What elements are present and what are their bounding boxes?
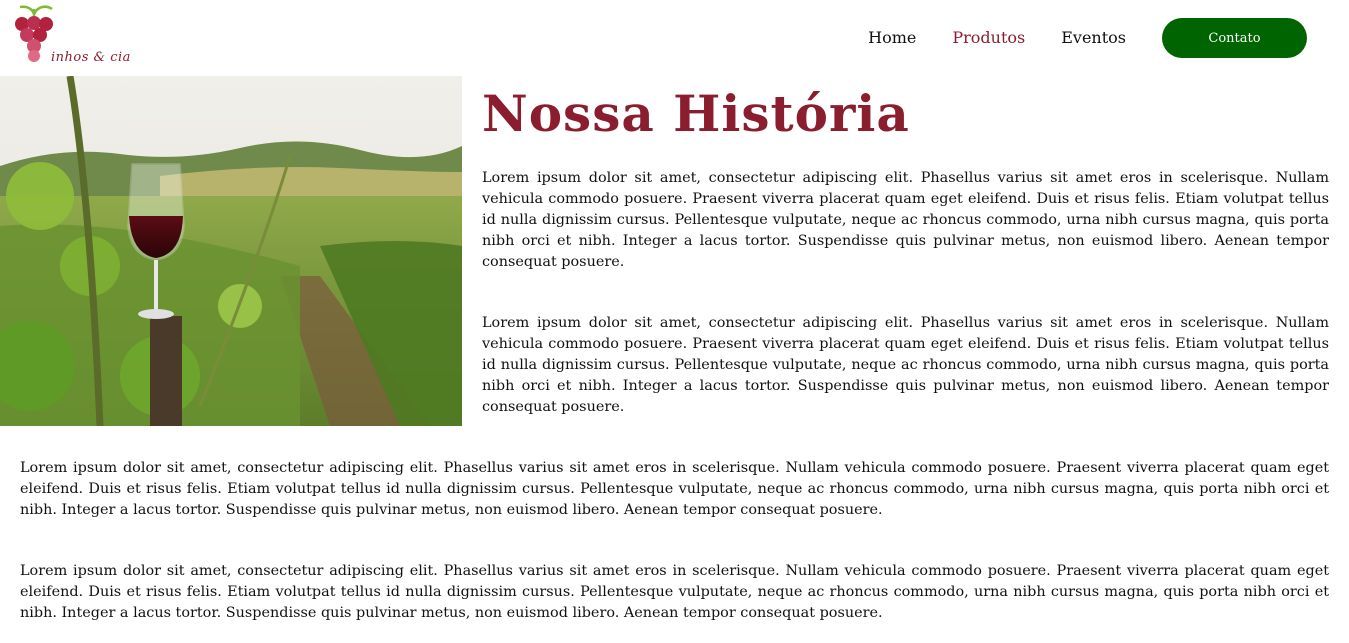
main-nav: Home Produtos Eventos Contato (868, 18, 1307, 58)
contact-button[interactable]: Contato (1162, 18, 1307, 58)
logo-link[interactable]: inhos & cia (10, 4, 130, 68)
story-paragraph: Lorem ipsum dolor sit amet, consectetur … (20, 460, 1329, 518)
page-title: Nossa História (482, 84, 910, 143)
nav-home-link[interactable]: Home (868, 18, 916, 58)
story-paragraph: Lorem ipsum dolor sit amet, consectetur … (482, 315, 1329, 415)
nav-produtos-link[interactable]: Produtos (952, 18, 1025, 58)
story-paragraph: Lorem ipsum dolor sit amet, consectetur … (482, 170, 1329, 270)
story-paragraph: Lorem ipsum dolor sit amet, consectetur … (20, 563, 1329, 621)
site-header: inhos & cia Home Produtos Eventos Contat… (0, 0, 1349, 76)
nav-eventos-link[interactable]: Eventos (1061, 18, 1126, 58)
vineyard-wine-glass-image (0, 76, 462, 426)
logo-text: inhos & cia (51, 50, 131, 65)
vineyard-photo (0, 76, 462, 426)
